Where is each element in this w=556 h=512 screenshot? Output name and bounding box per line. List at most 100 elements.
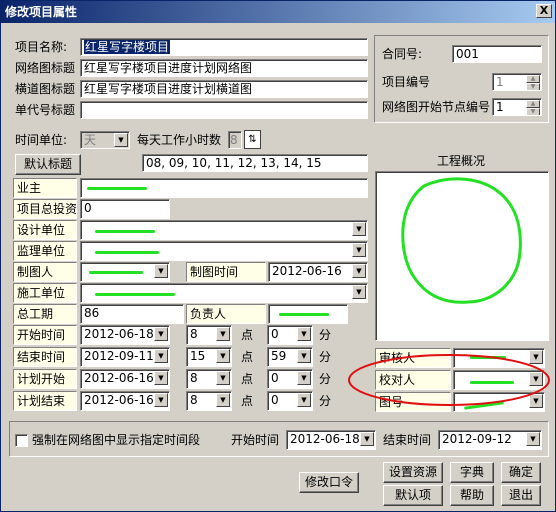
start-hour-value: 8 (190, 327, 198, 341)
chevron-down-icon[interactable]: ▼ (297, 371, 311, 385)
unit-title-input[interactable] (80, 101, 368, 119)
hour-unit-label: 点 (241, 372, 254, 386)
construction-unit-label: 施工单位 (13, 283, 77, 303)
start-node-value: 1 (496, 100, 504, 114)
hour-unit-label: 点 (241, 350, 254, 364)
chevron-down-icon[interactable]: ▼ (297, 393, 311, 407)
unit-title-label: 单代号标题 (15, 103, 76, 117)
exit-button[interactable]: 退出 (501, 485, 541, 506)
spinner-arrows-icon[interactable]: ▲ ▼ (526, 75, 540, 90)
spinner-arrows-icon[interactable]: ▲ ▼ (526, 100, 540, 115)
duration-input[interactable]: 86 (80, 304, 184, 324)
chevron-down-icon[interactable]: ▼ (216, 349, 230, 363)
force-start-value: 2012-06-18 (290, 432, 360, 446)
end-time-label: 结束时间 (13, 347, 77, 367)
chevron-down-icon[interactable]: ▼ (216, 393, 230, 407)
start-node-spinner[interactable]: 1 ▲ ▼ (492, 98, 542, 116)
end-hour-value: 15 (190, 349, 206, 363)
investment-input[interactable]: 0 (80, 199, 170, 219)
design-unit-select[interactable]: ▼ (80, 220, 368, 240)
plan-end-hour-select[interactable]: 8 ▼ (186, 391, 232, 411)
plan-start-date-select[interactable]: 2012-06-16 ▼ (80, 369, 170, 389)
change-password-button[interactable]: 修改口令 (299, 472, 359, 493)
chevron-down-icon[interactable]: ▼ (154, 349, 168, 363)
manager-label: 负责人 (186, 304, 266, 324)
duration-label: 总工期 (13, 304, 77, 324)
close-button[interactable]: X (536, 4, 552, 18)
default-title-button[interactable]: 默认标题 (15, 154, 81, 175)
end-hour-select[interactable]: 15 ▼ (186, 347, 232, 367)
handwritten-mark (89, 271, 143, 274)
supervision-unit-select[interactable]: ▼ (80, 241, 368, 261)
defaults-button[interactable]: 默认项 (383, 485, 443, 506)
force-end-select[interactable]: 2012-09-12 ▼ (438, 430, 542, 450)
chevron-down-icon[interactable]: ▼ (216, 371, 230, 385)
contract-label: 合同号: (382, 47, 423, 61)
draw-time-select[interactable]: 2012-06-16 ▼ (268, 262, 368, 282)
start-minute-select[interactable]: 0 ▼ (267, 325, 313, 345)
ok-button[interactable]: 确定 (501, 462, 541, 483)
start-date-select[interactable]: 2012-06-18 ▼ (80, 325, 170, 345)
dialog-window: 修改项目属性 X 项目名称: 红星写字楼项目 网络图标题 红星写字楼项目进度计划… (0, 0, 556, 512)
contract-input[interactable]: 001 (452, 45, 542, 63)
chevron-down-icon[interactable]: ▼ (297, 349, 311, 363)
chevron-down-icon[interactable]: ▼ (360, 432, 374, 446)
chevron-down-icon[interactable]: ▼ (352, 264, 366, 278)
window-title: 修改项目属性 (5, 5, 78, 19)
chevron-down-icon[interactable]: ▼ (352, 222, 366, 236)
settings-resource-button[interactable]: 设置资源 (383, 462, 443, 483)
project-number-spinner[interactable]: 1 ▲ ▼ (492, 73, 542, 91)
drafter-label: 制图人 (13, 262, 77, 282)
work-hours-input[interactable]: 08, 09, 10, 11, 12, 13, 14, 15 (142, 154, 368, 172)
chevron-down-icon[interactable]: ▼ (526, 432, 540, 446)
handwritten-circle-drawing (401, 177, 522, 304)
force-display-checkbox[interactable] (15, 434, 28, 447)
plan-end-minute-select[interactable]: 0 ▼ (267, 391, 313, 411)
plan-start-minute-select[interactable]: 0 ▼ (267, 369, 313, 389)
manager-input[interactable] (268, 304, 348, 324)
minute-unit-label: 分 (319, 328, 332, 342)
network-title-input[interactable]: 红星写字楼项目进度计划网络图 (80, 59, 368, 77)
chevron-down-icon[interactable]: ▼ (154, 371, 168, 385)
sort-icon[interactable]: ⇅ (244, 130, 261, 149)
gantt-title-input[interactable]: 红星写字楼项目进度计划横道图 (80, 80, 368, 98)
time-unit-select[interactable]: 天 ▼ (80, 131, 130, 149)
dictionary-button[interactable]: 字典 (450, 462, 494, 483)
overview-textarea[interactable] (375, 171, 549, 341)
project-name-input[interactable]: 红星写字楼项目 (80, 38, 368, 56)
owner-input[interactable] (80, 178, 368, 198)
end-minute-value: 59 (271, 349, 287, 363)
investment-label: 项目总投资 (13, 199, 77, 219)
draw-time-label: 制图时间 (186, 262, 266, 282)
plan-start-hour-select[interactable]: 8 ▼ (186, 369, 232, 389)
chevron-down-icon[interactable]: ▼ (216, 327, 230, 341)
chevron-down-icon[interactable]: ▼ (154, 264, 168, 278)
start-hour-select[interactable]: 8 ▼ (186, 325, 232, 345)
force-start-select[interactable]: 2012-06-18 ▼ (286, 430, 376, 450)
chevron-down-icon[interactable]: ▼ (154, 327, 168, 341)
chevron-down-icon[interactable]: ▼ (352, 243, 366, 257)
plan-end-date-select[interactable]: 2012-06-16 ▼ (80, 391, 170, 411)
chevron-down-icon[interactable]: ▼ (154, 393, 168, 407)
gantt-title-label: 横道图标题 (15, 82, 76, 96)
project-number-label: 项目编号 (382, 75, 431, 89)
help-button[interactable]: 帮助 (450, 485, 494, 506)
end-minute-select[interactable]: 59 ▼ (267, 347, 313, 367)
drafter-select[interactable]: ▼ (80, 262, 170, 282)
title-bar: 修改项目属性 X (1, 1, 555, 23)
hours-per-day-input[interactable]: 8 (228, 131, 242, 149)
overview-title: 工程概况 (437, 154, 486, 168)
network-title-label: 网络图标题 (15, 61, 76, 75)
force-end-label: 结束时间 (383, 433, 432, 447)
time-unit-label: 时间单位: (15, 133, 68, 147)
construction-unit-select[interactable]: ▼ (80, 283, 368, 303)
handwritten-mark (95, 230, 155, 233)
chevron-down-icon[interactable]: ▼ (297, 327, 311, 341)
minute-unit-label: 分 (319, 394, 332, 408)
chevron-down-icon[interactable]: ▼ (352, 285, 366, 299)
start-time-label: 开始时间 (13, 325, 77, 345)
end-date-select[interactable]: 2012-09-11 ▼ (80, 347, 170, 367)
force-display-label: 强制在网络图中显示指定时间段 (32, 433, 201, 447)
handwritten-mark (279, 313, 329, 316)
chevron-down-icon[interactable]: ▼ (114, 133, 128, 147)
